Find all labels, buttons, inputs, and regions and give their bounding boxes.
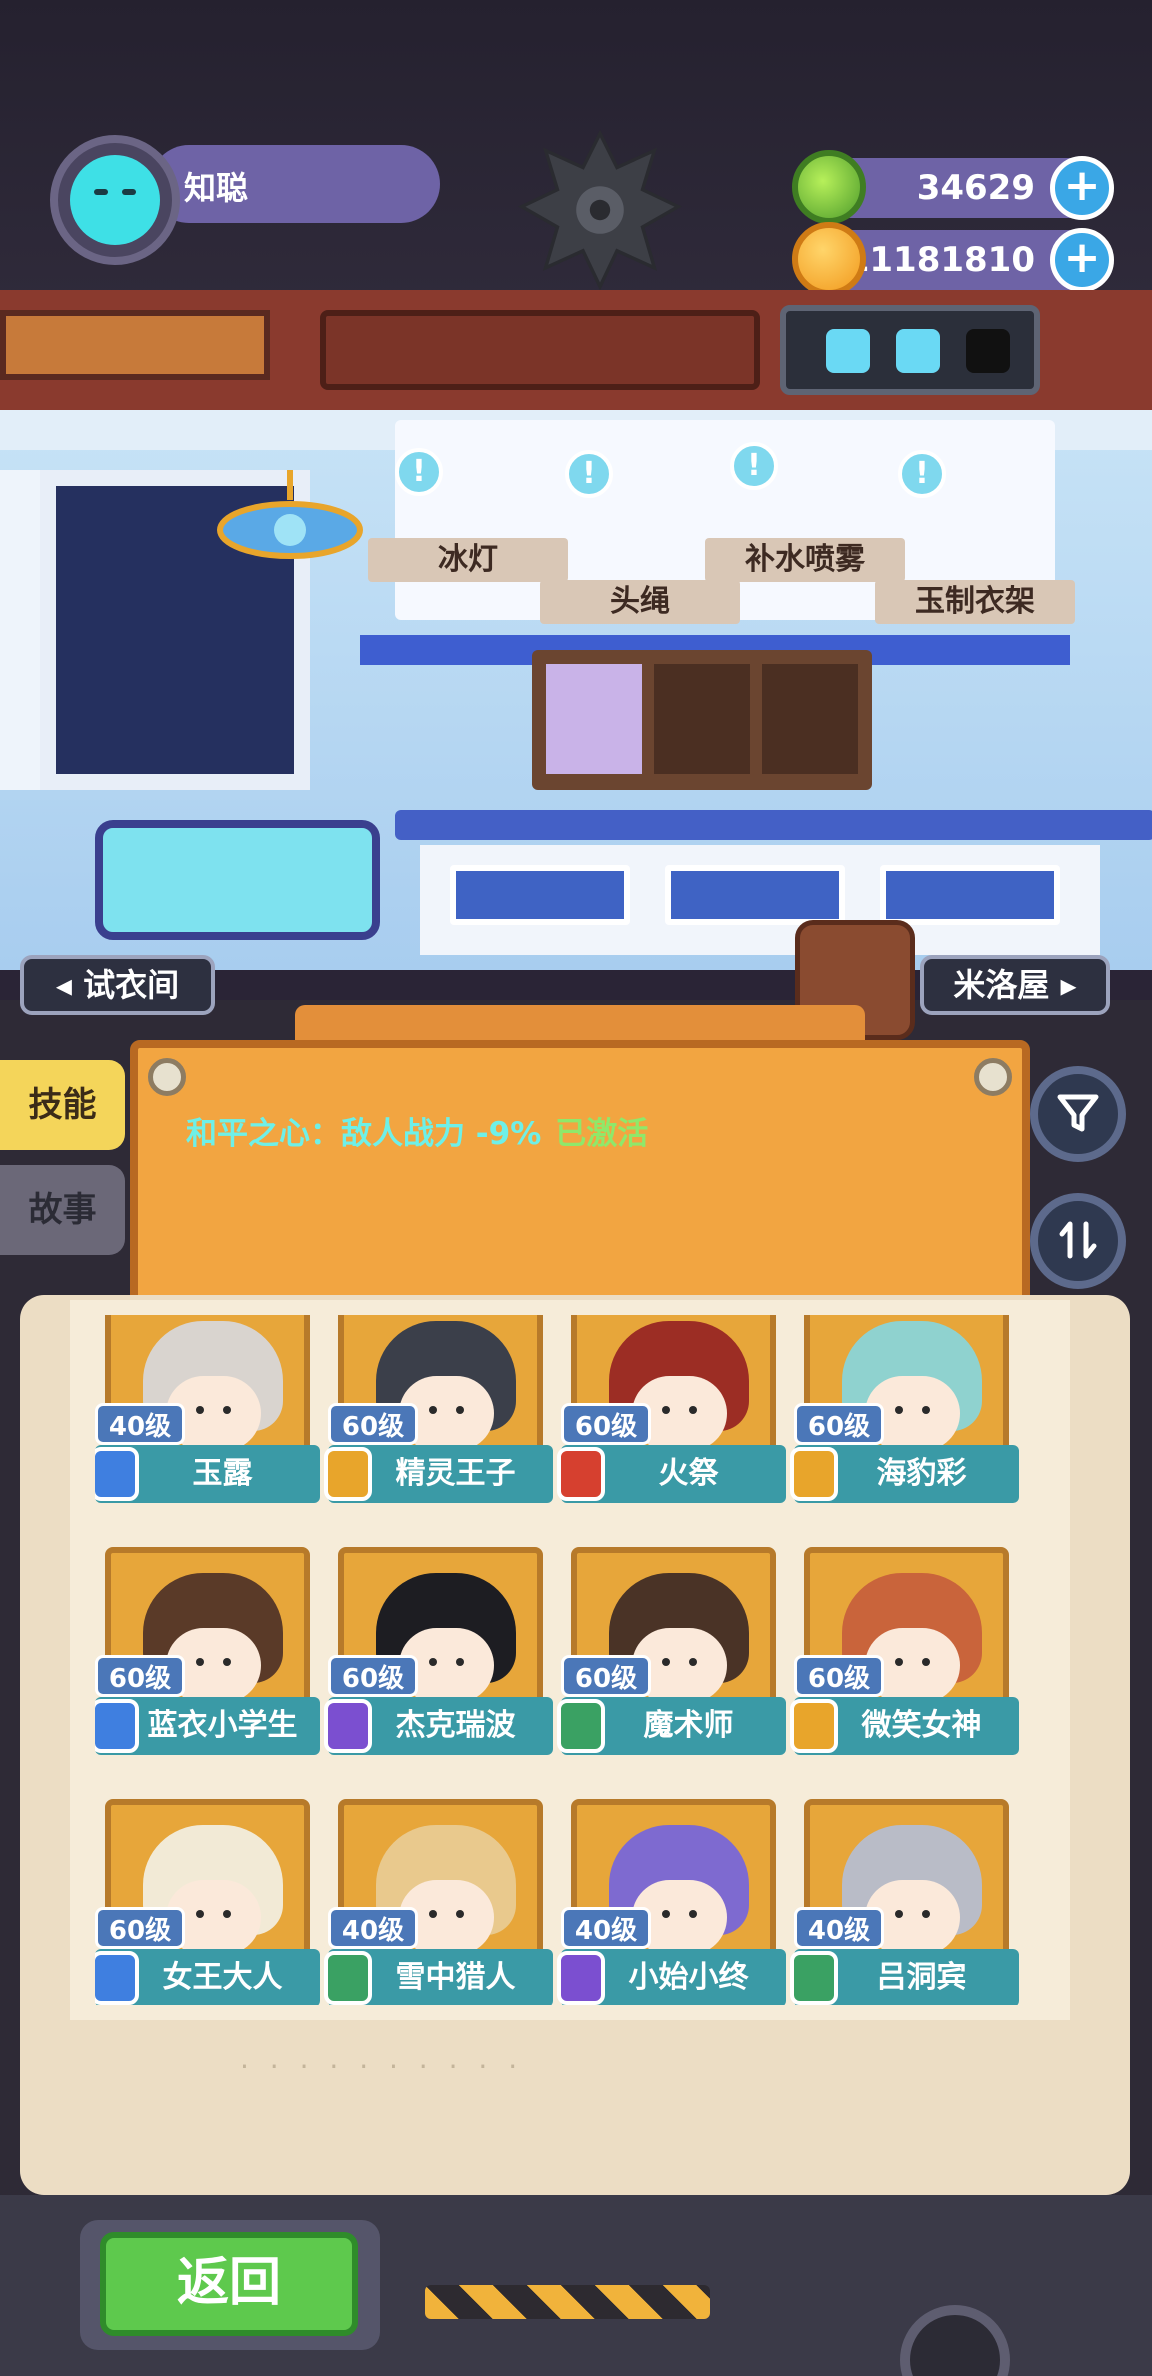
energy-cell-icon <box>826 329 870 373</box>
photo-slot <box>654 664 750 774</box>
photo-slot <box>762 664 858 774</box>
mini-house-button[interactable]: 米洛屋 ▸ <box>920 955 1110 1015</box>
character-level: 40级 <box>95 1403 185 1445</box>
character-card[interactable]: 海豹彩 60级 <box>790 1315 1019 1525</box>
ice-lamp-alert-icon[interactable]: ! <box>395 448 443 496</box>
rank-badge-icon <box>95 1699 139 1753</box>
character-card[interactable]: 吕洞宾 40级 <box>790 1799 1019 2005</box>
character-card[interactable]: 精灵王子 60级 <box>324 1315 553 1525</box>
character-level: 60级 <box>328 1655 418 1697</box>
rank-badge-icon <box>790 1951 838 2005</box>
character-level: 60级 <box>95 1907 185 1949</box>
fitting-room-button[interactable]: ◂ 试衣间 <box>20 955 215 1015</box>
hair-band-alert-icon[interactable]: ! <box>565 450 613 498</box>
rank-badge-icon <box>324 1951 372 2005</box>
hazard-stripe <box>425 2285 710 2319</box>
character-level: 60级 <box>794 1403 884 1445</box>
character-level: 60级 <box>561 1403 651 1445</box>
character-card[interactable]: 蓝衣小学生 60级 <box>95 1547 320 1777</box>
board-pin <box>974 1058 1012 1096</box>
skill-text: 和平之心：敌人战力 -9% <box>186 1116 542 1152</box>
filter-button[interactable] <box>1030 1066 1126 1162</box>
hanger-alert-icon[interactable]: ! <box>898 450 946 498</box>
rank-badge-icon <box>324 1447 372 1501</box>
rank-badge-icon <box>324 1699 372 1753</box>
sort-button[interactable] <box>1030 1193 1126 1289</box>
blurred-footer-text: · · · · · · · · · · <box>240 2050 524 2083</box>
character-level: 60级 <box>794 1655 884 1697</box>
skill-status: 已激活 <box>555 1116 649 1152</box>
mist-spray-alert-icon[interactable]: ! <box>730 442 778 490</box>
drawer[interactable] <box>665 865 845 925</box>
character-level: 40级 <box>328 1907 418 1949</box>
board-pin <box>148 1058 186 1096</box>
radio-box <box>320 310 760 390</box>
chandelier-icon <box>217 470 363 559</box>
wooden-planks <box>0 310 270 380</box>
jade-hanger-label[interactable]: 玉制衣架 <box>875 580 1075 624</box>
rank-badge-icon <box>557 1699 605 1753</box>
drawer[interactable] <box>880 865 1060 925</box>
rank-badge-icon <box>95 1447 139 1501</box>
photo-slot <box>546 664 642 774</box>
character-photo-frame[interactable] <box>532 650 872 790</box>
character-card[interactable]: 魔术师 60级 <box>557 1547 786 1777</box>
mist-spray-label[interactable]: 补水喷雾 <box>705 538 905 582</box>
player-avatar[interactable] <box>50 135 180 265</box>
character-card[interactable]: 小始小终 40级 <box>557 1799 786 2005</box>
player-name[interactable]: 知聪 <box>150 145 440 223</box>
settings-gear-icon[interactable] <box>515 125 685 295</box>
drawer[interactable] <box>450 865 630 925</box>
character-grid: 玉露 40级 精灵王子 60级 火祭 60级 海豹彩 60级蓝衣小学生 60级 杰克瑞波 60级 魔术… <box>95 1315 1050 2005</box>
sort-icon <box>1059 1221 1097 1259</box>
character-level: 60级 <box>95 1655 185 1697</box>
fitting-room-label: 试衣间 <box>83 966 180 1004</box>
character-level: 40级 <box>794 1907 884 1949</box>
character-level: 60级 <box>561 1655 651 1697</box>
character-level: 40级 <box>561 1907 651 1949</box>
rank-badge-icon <box>790 1699 838 1753</box>
tab-story[interactable]: 故事 <box>0 1165 125 1255</box>
mini-house-label: 米洛屋 <box>953 966 1050 1004</box>
add-gold-button[interactable]: + <box>1050 228 1114 292</box>
character-card[interactable]: 微笑女神 60级 <box>790 1547 1019 1777</box>
filter-icon <box>1057 1094 1099 1132</box>
back-button[interactable]: 返回 <box>100 2232 358 2336</box>
hair-band-label[interactable]: 头绳 <box>540 580 740 624</box>
rank-badge-icon <box>557 1951 605 2005</box>
tab-skills[interactable]: 技能 <box>0 1060 125 1150</box>
sofa[interactable] <box>95 820 380 940</box>
character-card[interactable]: 火祭 60级 <box>557 1315 786 1525</box>
character-card[interactable]: 女王大人 60级 <box>95 1799 320 2005</box>
leaf-coin-icon <box>792 150 866 224</box>
counter-top <box>395 810 1152 840</box>
energy-cell-icon <box>896 329 940 373</box>
gold-planet-icon <box>792 222 866 296</box>
energy-battery <box>780 305 1040 395</box>
character-card[interactable]: 雪中猎人 40级 <box>324 1799 553 2005</box>
character-card[interactable]: 玉露 40级 <box>95 1315 320 1525</box>
energy-cell-empty-icon <box>966 329 1010 373</box>
rank-badge-icon <box>790 1447 838 1501</box>
cat-avatar-icon <box>70 155 160 245</box>
skill-description: 和平之心：敌人战力 -9% 已激活 <box>186 1108 648 1153</box>
rank-badge-icon <box>557 1447 605 1501</box>
character-card[interactable]: 杰克瑞波 60级 <box>324 1547 553 1777</box>
add-leaf-coin-button[interactable]: + <box>1050 156 1114 220</box>
character-level: 60级 <box>328 1403 418 1445</box>
ice-lamp-label[interactable]: 冰灯 <box>368 538 568 582</box>
rank-badge-icon <box>95 1951 139 2005</box>
drawer-cabinet <box>420 845 1100 955</box>
